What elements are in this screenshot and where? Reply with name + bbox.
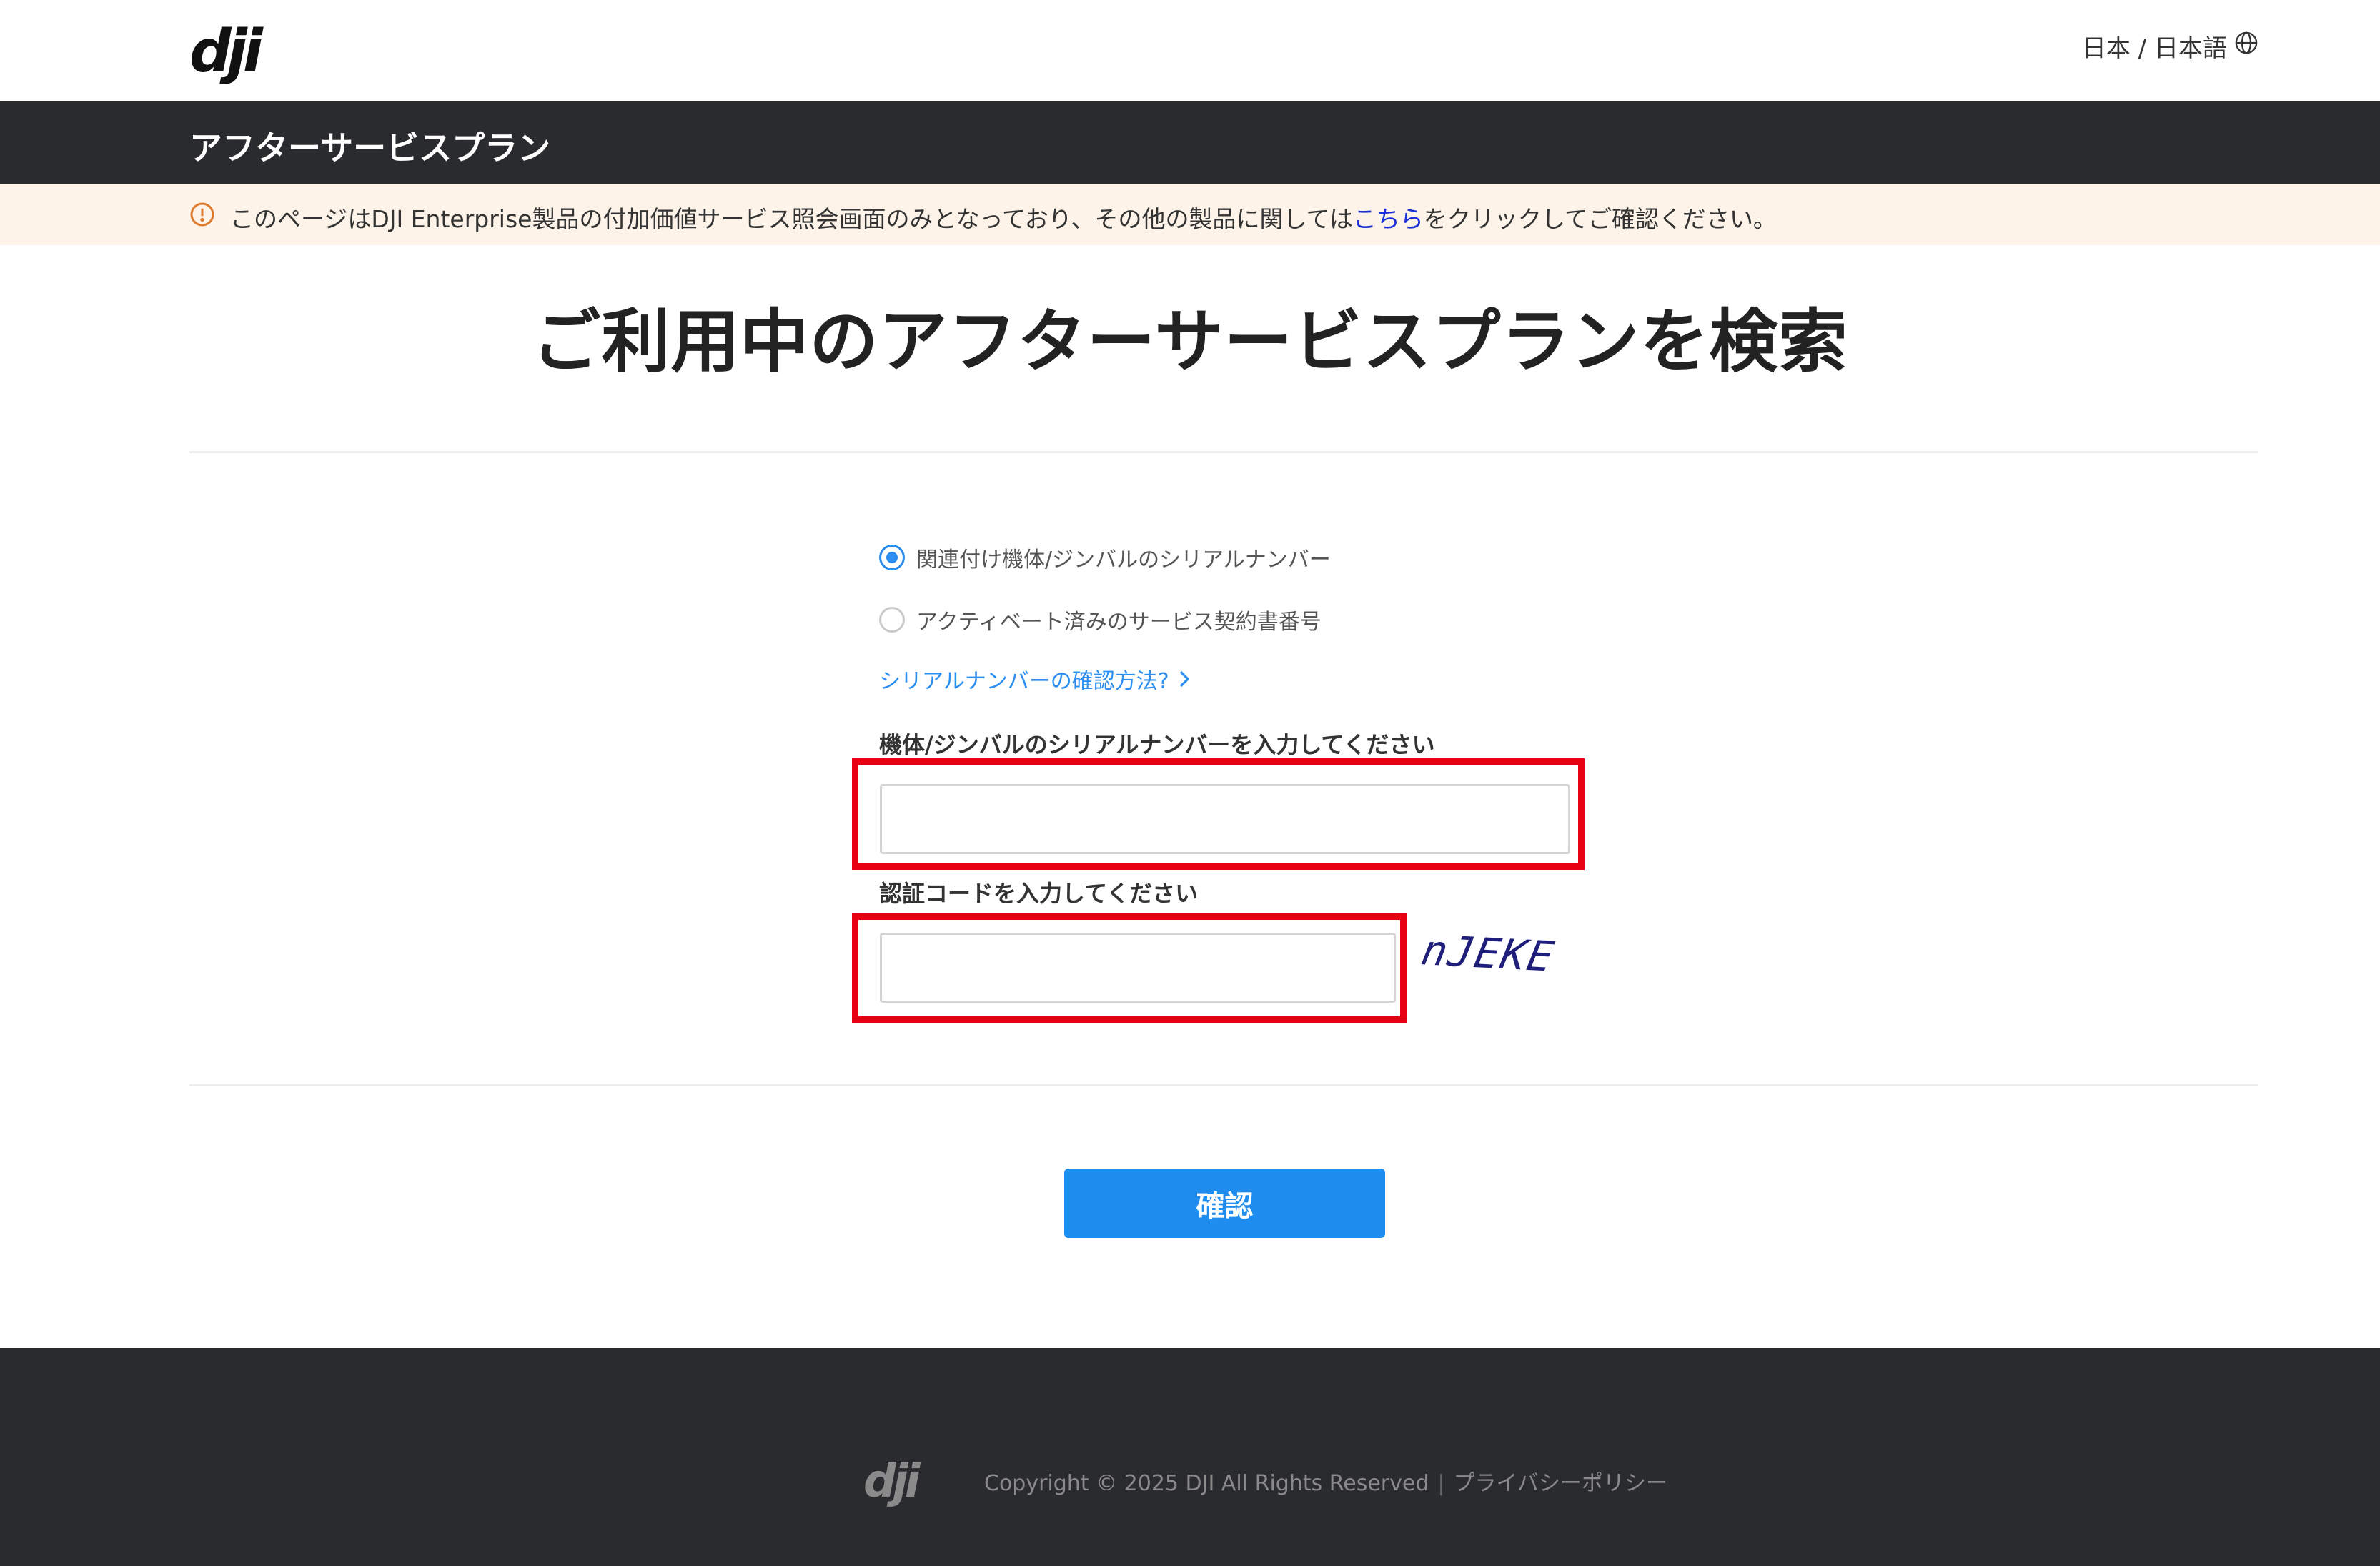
footer-separator: | [1437, 1471, 1445, 1496]
banner-title: アフターサービスプラン [189, 129, 551, 167]
footer-text: Copyright © 2025 DJI All Rights Reserved… [984, 1465, 1667, 1497]
code-field-label: 認証コードを入力してください [879, 880, 1199, 907]
divider [189, 1084, 2258, 1086]
serial-number-input[interactable] [880, 784, 1570, 854]
notice-text-before: このページはDJI Enterprise製品の付加価値サービス照会画面のみとなっ… [230, 205, 1353, 233]
radio-label: 関連付け機体/ジンバルのシリアルナンバー [916, 547, 1331, 573]
captcha-image[interactable]: nJEKE [1418, 926, 1559, 981]
divider [189, 451, 2258, 453]
chevron-right-icon [1179, 670, 1189, 688]
radio-serial-number[interactable]: 関連付け機体/ジンバルのシリアルナンバー [879, 542, 1331, 573]
page-banner: アフターサービスプラン [0, 101, 2380, 184]
language-label: 日本 / 日本語 [2081, 34, 2227, 63]
radio-selected-icon[interactable] [879, 545, 905, 570]
notice-text: このページはDJI Enterprise製品の付加価値サービス照会画面のみとなっ… [230, 200, 1777, 234]
serial-help-link[interactable]: シリアルナンバーの確認方法? [879, 663, 1191, 695]
copyright-text: Copyright © 2025 DJI All Rights Reserved [984, 1471, 1429, 1496]
serial-field-label: 機体/ジンバルのシリアルナンバーを入力してください [879, 731, 1435, 758]
page-title: ご利用中のアフターサービスプランを検索 [532, 302, 1848, 382]
language-selector[interactable]: 日本 / 日本語 [2082, 29, 2258, 64]
confirm-button[interactable]: 確認 [1064, 1169, 1385, 1238]
dji-logo[interactable]: dji [189, 23, 263, 81]
footer: dji Copyright © 2025 DJI All Rights Rese… [0, 1348, 2380, 1566]
privacy-policy-link[interactable]: プライバシーポリシー [1454, 1471, 1667, 1496]
notice-text-after: をクリックしてご確認ください。 [1423, 205, 1777, 233]
notice-link[interactable]: こちら [1353, 205, 1424, 233]
radio-unselected-icon[interactable] [879, 607, 905, 633]
top-bar [0, 0, 2380, 101]
globe-icon [2234, 31, 2258, 61]
radio-contract-number[interactable]: アクティベート済みのサービス契約書番号 [879, 604, 1322, 635]
warning-circle-icon [190, 202, 214, 227]
help-link-label: シリアルナンバーの確認方法? [879, 669, 1169, 694]
notice-bar: このページはDJI Enterprise製品の付加価値サービス照会画面のみとなっ… [0, 184, 2380, 245]
footer-dji-logo: dji [863, 1455, 921, 1508]
radio-label: アクティベート済みのサービス契約書番号 [916, 610, 1322, 635]
verification-code-input[interactable] [880, 933, 1396, 1003]
